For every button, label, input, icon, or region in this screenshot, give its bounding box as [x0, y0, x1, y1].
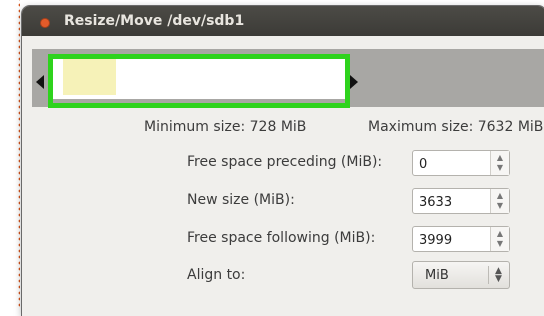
free-space-preceding-spinbox[interactable]: ▲ ▼: [412, 150, 510, 176]
new-size-input[interactable]: [417, 192, 491, 212]
minimum-size-label: Minimum size: 728 MiB: [144, 119, 307, 135]
spin-arrows[interactable]: ▲ ▼: [490, 151, 509, 175]
free-space-following-label: Free space following (MiB):: [187, 230, 376, 246]
free-space-following-input[interactable]: [417, 230, 491, 250]
increment-icon[interactable]: ▲: [491, 191, 509, 201]
partition-highlight: [48, 54, 350, 108]
decrement-icon[interactable]: ▼: [491, 201, 509, 211]
free-space-preceding-label: Free space preceding (MiB):: [187, 154, 383, 170]
increment-icon[interactable]: ▲: [491, 153, 509, 163]
free-space-preceding-input[interactable]: [417, 154, 491, 174]
close-icon[interactable]: [41, 19, 49, 27]
new-size-label: New size (MiB):: [187, 192, 295, 208]
spin-arrows[interactable]: ▲ ▼: [490, 189, 509, 213]
combo-separator: [488, 266, 489, 284]
window-title: Resize/Move /dev/sdb1: [64, 13, 245, 29]
resize-move-dialog: Resize/Move /dev/sdb1 Minimum size: 728 …: [22, 6, 544, 316]
partition-visualizer[interactable]: [32, 49, 544, 108]
free-space-following-spinbox[interactable]: ▲ ▼: [412, 226, 510, 252]
titlebar[interactable]: Resize/Move /dev/sdb1: [22, 6, 544, 36]
align-to-value: MiB: [425, 268, 449, 283]
left-resize-handle[interactable]: [36, 75, 44, 89]
increment-icon[interactable]: ▲: [491, 229, 509, 239]
align-to-combobox[interactable]: MiB ▲ ▼: [412, 261, 510, 289]
decrement-icon[interactable]: ▼: [491, 239, 509, 249]
background-dotted-border: [0, 0, 20, 307]
decrement-icon[interactable]: ▼: [491, 163, 509, 173]
right-resize-handle[interactable]: [350, 75, 358, 89]
align-to-label: Align to:: [187, 267, 246, 283]
spin-arrows[interactable]: ▲ ▼: [490, 227, 509, 251]
new-size-spinbox[interactable]: ▲ ▼: [412, 188, 510, 214]
combo-arrows-icon[interactable]: ▲ ▼: [495, 267, 502, 284]
maximum-size-label: Maximum size: 7632 MiB: [368, 119, 544, 135]
